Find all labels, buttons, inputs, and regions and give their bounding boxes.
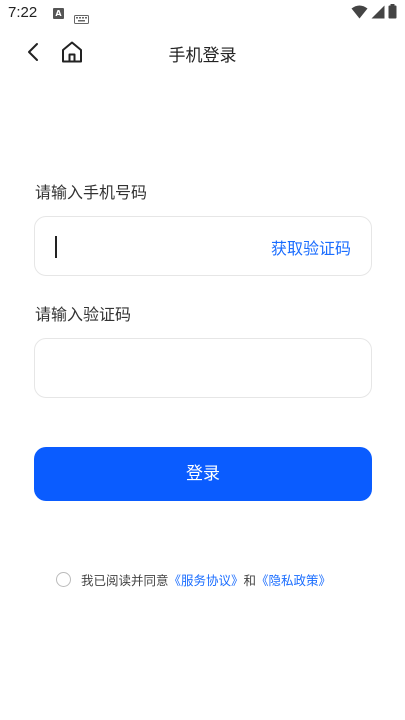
status-time: 7:22: [8, 4, 38, 21]
phone-field[interactable]: 获取验证码: [34, 216, 372, 276]
agreement-prefix: 我已阅读并同意: [81, 572, 169, 588]
wifi-icon: [351, 4, 368, 23]
battery-icon: [388, 3, 397, 23]
login-screen: 7:22 A 手机登录 请输入手机号码 获取验证码 请输入验证码 登录 我已阅读…: [0, 0, 405, 720]
page-title: 手机登录: [168, 46, 237, 66]
status-bar: 7:22 A: [0, 0, 405, 28]
login-button[interactable]: 登录: [34, 447, 372, 501]
get-code-button[interactable]: 获取验证码: [271, 235, 351, 259]
nav-bar: 手机登录: [0, 30, 405, 74]
notification-a-icon: A: [53, 8, 64, 19]
keyboard-icon: [74, 9, 89, 24]
signal-icon: [371, 4, 385, 23]
privacy-policy-link[interactable]: 《隐私政策》: [256, 570, 331, 589]
verification-code-field[interactable]: [34, 338, 372, 398]
agreement-checkbox[interactable]: [56, 571, 71, 587]
agreement-row: 我已阅读并同意 《服务协议》 和 《隐私政策》: [56, 569, 331, 589]
status-icons: [351, 3, 397, 23]
agreement-and: 和: [243, 572, 257, 588]
service-agreement-link[interactable]: 《服务协议》: [169, 570, 244, 589]
code-label: 请输入验证码: [35, 305, 132, 324]
phone-label: 请输入手机号码: [35, 183, 148, 202]
text-cursor: [55, 236, 57, 258]
